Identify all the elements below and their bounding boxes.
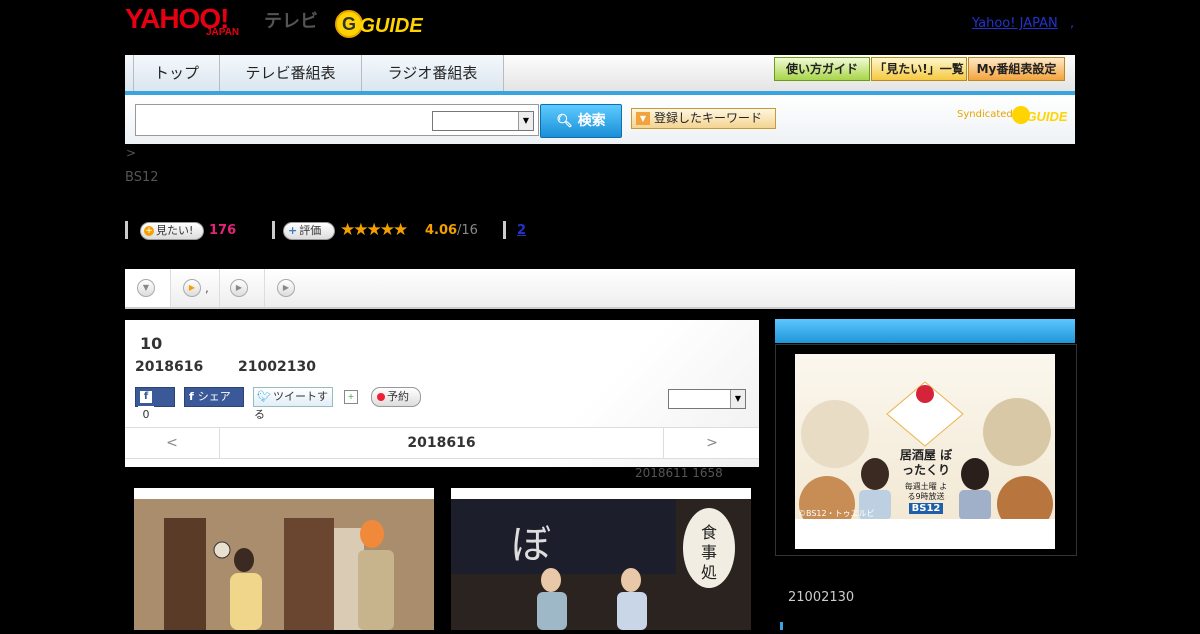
chevron-down-icon: ▼ <box>730 390 745 408</box>
photo-scene-2: ぼ 食 事 処 <box>451 499 751 630</box>
header-separator: , <box>1070 16 1075 31</box>
tab-radio-listings[interactable]: ラジオ番組表 <box>362 55 504 91</box>
want-button[interactable]: + 見たい! <box>140 222 204 240</box>
divider <box>125 221 128 239</box>
star-rating-icon: ★★★★★ <box>340 220 408 240</box>
svg-text:G: G <box>342 14 356 34</box>
sidebar-header <box>775 319 1075 343</box>
share-label: シェア <box>197 390 231 403</box>
tab-program-info[interactable]: ▼ <box>125 269 171 307</box>
tab-separator: , <box>205 281 209 295</box>
broadcast-date: 2018616 <box>135 359 204 375</box>
day-navigation: < 2018616 > <box>125 427 759 459</box>
tab-cast[interactable]: ▶ , <box>171 269 220 307</box>
play-icon: ▶ <box>183 279 201 297</box>
tab-related[interactable]: ▶ <box>265 269 309 307</box>
station-name: BS12 <box>125 170 159 185</box>
banner-subtitle: 毎週土曜 よる9時放送 <box>904 482 948 501</box>
banner-credit: ©BS12・トゥエルビ <box>798 509 875 518</box>
banner-station: BS12 <box>909 503 943 514</box>
rating-count: /16 <box>457 223 478 238</box>
reserve-recording-button[interactable]: 予約 <box>371 387 421 407</box>
search-icon: 🔍︎ <box>556 114 573 129</box>
registered-keywords-label: 登録したキーワード <box>654 111 763 125</box>
svg-text:GUIDE: GUIDE <box>1026 109 1067 124</box>
breadcrumb[interactable]: > <box>126 146 136 160</box>
chevron-down-icon: ▼ <box>137 279 155 297</box>
next-day-button[interactable]: > <box>663 428 760 458</box>
last-updated: 2018611 1658 <box>635 466 723 480</box>
prev-day-button[interactable]: < <box>125 428 220 458</box>
facebook-count: 0 <box>138 406 154 424</box>
svg-text:ぼ: ぼ <box>511 522 551 568</box>
reserve-label: 予約 <box>387 390 409 403</box>
svg-text:食: 食 <box>701 523 717 542</box>
episode-title: 10 <box>140 334 163 353</box>
rate-button[interactable]: + 評価 <box>283 222 335 240</box>
want-list-button[interactable]: 「見たい!」一覧 <box>871 57 967 81</box>
tab-reviews[interactable]: ▶ <box>220 269 265 307</box>
sidebar-accent <box>780 622 783 630</box>
rate-button-label: 評価 <box>299 224 322 237</box>
recorder-select[interactable]: ▼ <box>668 389 746 409</box>
sidebar-broadcast-time: 21002130 <box>788 590 855 605</box>
main-nav: トップ テレビ番組表 ラジオ番組表 使い方ガイド 「見たい!」一覧 My番組表設… <box>125 55 1075 95</box>
tab-tv-listings[interactable]: テレビ番組表 <box>220 55 362 91</box>
stars-text: ★★★★★ <box>340 220 408 240</box>
plus-icon: + <box>288 224 298 237</box>
yahoo-japan-logo-text: JAPAN <box>206 27 240 38</box>
tweet-button[interactable]: 🐦︎ ツイートする <box>253 387 333 421</box>
facebook-share-button[interactable]: f シェア <box>184 387 244 407</box>
tab-top[interactable]: トップ <box>134 55 220 91</box>
play-icon: ▶ <box>277 279 295 297</box>
review-count-link[interactable]: 2 <box>517 223 526 238</box>
rating-value: 4.06 <box>425 223 458 238</box>
record-dot-icon <box>377 393 385 401</box>
divider <box>503 221 506 239</box>
want-count: 176 <box>209 223 237 238</box>
add-calendar-icon[interactable]: + <box>344 387 358 405</box>
usage-guide-button[interactable]: 使い方ガイド <box>774 57 870 81</box>
current-day: 2018616 <box>407 435 476 451</box>
registered-keywords-button[interactable]: ▼ 登録したキーワード <box>631 108 776 129</box>
search-category-select[interactable]: ▼ <box>432 111 534 131</box>
facebook-like-button[interactable]: f 0 <box>135 387 175 424</box>
plus-icon: + <box>144 226 154 236</box>
program-detail-panel: 10 2018616 21002130 f 0 f シェア 🐦︎ ツイートする + … <box>125 320 759 467</box>
facebook-icon: f <box>140 391 152 403</box>
yahoo-japan-link[interactable]: Yahoo! JAPAN <box>972 16 1058 31</box>
play-icon: ▶ <box>230 279 248 297</box>
program-tabs: ▼ ▶ , ▶ ▶ <box>125 269 1075 309</box>
tv-logo-text: テレビ <box>264 11 318 32</box>
photo-scene-1 <box>134 499 434 630</box>
nav-edge <box>125 55 134 91</box>
search-button[interactable]: 🔍︎ 検索 <box>540 104 622 138</box>
broadcast-time: 21002130 <box>238 359 316 375</box>
my-listings-settings-button[interactable]: My番組表設定 <box>968 57 1065 81</box>
program-photo[interactable] <box>134 488 434 630</box>
dropdown-arrow-icon: ▼ <box>636 112 650 125</box>
divider <box>272 221 275 239</box>
chevron-down-icon: ▼ <box>518 112 533 130</box>
program-banner[interactable]: 居酒屋 ぼったくり 毎週土曜 よる9時放送 BS12 ©BS12・トゥエルビ <box>795 354 1055 549</box>
svg-text:GUIDE: GUIDE <box>359 15 423 37</box>
svg-text:処: 処 <box>701 563 717 582</box>
program-photo[interactable]: ぼ 食 事 処 <box>451 488 751 630</box>
search-band: ▼ 🔍︎ 検索 ▼ 登録したキーワード Syndicated GUIDE <box>125 95 1075 144</box>
syndicated-label: Syndicated <box>957 109 1013 120</box>
calendar-icon: + <box>344 390 358 404</box>
twitter-bird-icon: 🐦︎ <box>257 390 271 403</box>
facebook-icon: f <box>189 390 194 403</box>
sidebar-banner-box: 居酒屋 ぼったくり 毎週土曜 よる9時放送 BS12 ©BS12・トゥエルビ <box>775 344 1077 556</box>
search-button-label: 検索 <box>577 113 606 129</box>
svg-text:事: 事 <box>701 543 717 562</box>
gguide-small-logo: GUIDE <box>1012 106 1067 124</box>
banner-title: 居酒屋 ぼったくり <box>899 448 953 477</box>
want-button-label: 見たい! <box>156 224 194 237</box>
gguide-logo[interactable]: G GUIDE <box>335 8 427 40</box>
